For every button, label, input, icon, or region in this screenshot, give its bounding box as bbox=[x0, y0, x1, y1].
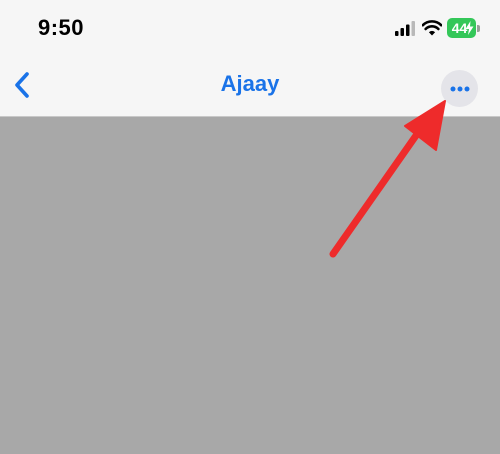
chevron-left-icon bbox=[15, 72, 29, 98]
battery-body: 44 bbox=[447, 18, 476, 38]
battery-icon: 44 bbox=[447, 18, 481, 38]
conversation-title: Ajaay bbox=[220, 71, 280, 96]
more-options-button[interactable] bbox=[441, 70, 478, 107]
cellular-signal-icon bbox=[395, 21, 415, 36]
back-button[interactable] bbox=[4, 65, 40, 105]
ellipsis-icon bbox=[450, 86, 469, 91]
wifi-icon bbox=[422, 20, 442, 36]
status-bar: 9:50 44 bbox=[0, 0, 500, 58]
status-time: 9:50 bbox=[38, 15, 85, 40]
top-area: 9:50 44 Ajaay bbox=[0, 0, 500, 117]
navigation-bar: Ajaay bbox=[0, 58, 500, 117]
conversation-content-area bbox=[0, 117, 500, 454]
charging-bolt-icon bbox=[465, 21, 474, 35]
battery-cap bbox=[477, 25, 480, 32]
